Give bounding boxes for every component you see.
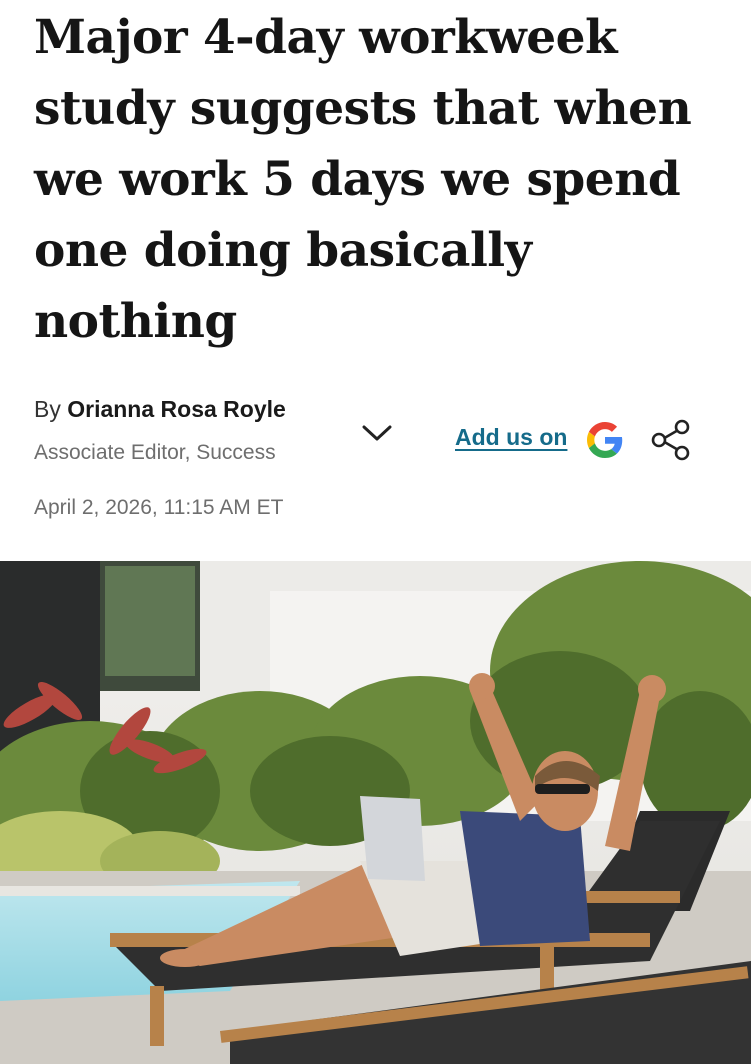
add-us-on-google-link[interactable]: Add us on bbox=[455, 424, 567, 451]
author-role: Associate Editor, Success bbox=[34, 441, 276, 464]
chevron-down-icon[interactable] bbox=[360, 420, 394, 446]
byline-prefix: By bbox=[34, 396, 61, 422]
publish-date: April 2, 2026, 11:15 AM ET bbox=[34, 496, 284, 519]
byline: By Orianna Rosa Royle bbox=[34, 396, 286, 423]
share-icon[interactable] bbox=[649, 418, 693, 462]
google-g-icon[interactable] bbox=[587, 422, 623, 458]
hero-image bbox=[0, 561, 751, 1064]
author-name[interactable]: Orianna Rosa Royle bbox=[67, 396, 286, 422]
article-headline: Major 4-day workweek study suggests that… bbox=[34, 10, 692, 349]
